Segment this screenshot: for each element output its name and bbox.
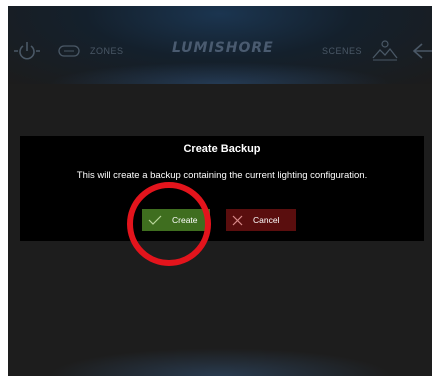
top-nav-bar: ZONES LUMISHORE SCENES <box>8 6 432 84</box>
create-button-label: Create <box>172 215 198 225</box>
create-button[interactable]: Create <box>142 209 210 231</box>
lumishore-logo: LUMISHORE <box>172 40 274 56</box>
back-arrow-icon[interactable] <box>410 40 432 62</box>
bottom-glow <box>48 348 392 376</box>
power-icon[interactable] <box>14 40 40 62</box>
check-icon <box>148 215 162 225</box>
dialog-message: This will create a backup containing the… <box>76 170 368 181</box>
zone-icon[interactable] <box>58 44 80 58</box>
cancel-button[interactable]: Cancel <box>226 209 296 231</box>
dialog-title: Create Backup <box>183 143 261 155</box>
nav-scenes-label[interactable]: SCENES <box>322 46 362 56</box>
create-backup-dialog: Create Backup This will create a backup … <box>20 136 424 241</box>
nav-zones-label[interactable]: ZONES <box>90 46 124 56</box>
close-icon <box>232 215 243 225</box>
cancel-button-label: Cancel <box>253 215 280 225</box>
scenes-icon[interactable] <box>372 38 398 62</box>
